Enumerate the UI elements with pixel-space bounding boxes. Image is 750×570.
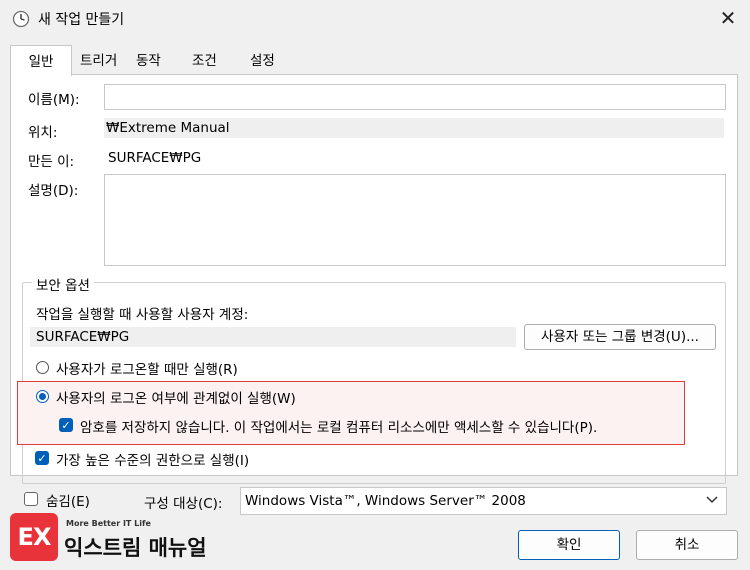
do-not-store-password-label: 암호를 저장하지 않습니다. 이 작업에서는 로컬 컴퓨터 리소스에만 액세스할… [80,420,598,436]
tab-triggers[interactable]: 트리거 [74,48,124,72]
radio-run-whether-logged-on[interactable] [36,390,49,403]
description-textarea[interactable] [104,174,726,266]
location-field: ₩Extreme Manual [104,118,724,138]
configure-for-label: 구성 대상(C): [144,496,223,512]
author-value: SURFACE₩PG [108,150,202,166]
account-field: SURFACE₩PG [30,327,516,347]
name-label: 이름(M): [28,92,80,108]
change-user-button[interactable]: 사용자 또는 그룹 변경(U)... [524,324,716,350]
close-button[interactable]: ✕ [712,4,744,32]
watermark-brand: 익스트림 매뉴얼 [64,536,207,560]
radio-run-when-logged-on[interactable] [36,361,49,374]
author-label: 만든 이: [28,154,75,170]
radio-run-whether-logged-on-label: 사용자의 로그온 여부에 관계없이 실행(W) [56,391,296,407]
ok-button[interactable]: 확인 [518,530,620,560]
tab-conditions[interactable]: 조건 [186,48,223,72]
radio-run-when-logged-on-label: 사용자가 로그온할 때만 실행(R) [56,362,238,378]
configure-for-value: Windows Vista™, Windows Server™ 2008 [245,493,526,509]
location-value: ₩Extreme Manual [106,120,230,136]
do-not-store-password-checkbox[interactable]: ✓ [59,418,73,432]
highest-privileges-label: 가장 높은 수준의 권한으로 실행(I) [56,453,250,469]
logo-letters: EX [17,523,52,551]
task-scheduler-icon [12,10,30,28]
logo-badge: EX [10,513,58,561]
highest-privileges-checkbox[interactable]: ✓ [35,451,49,465]
account-prompt: 작업을 실행할 때 사용할 사용자 계정: [36,307,249,323]
window-title: 새 작업 만들기 [38,12,125,28]
tab-general[interactable]: 일반 [10,45,72,76]
cancel-button[interactable]: 취소 [636,530,738,560]
checkmark-icon: ✓ [61,418,71,432]
hidden-checkbox[interactable] [24,492,38,506]
name-input[interactable] [104,84,726,110]
location-label: 위치: [28,125,58,141]
close-icon: ✕ [719,6,737,30]
tab-settings[interactable]: 설정 [244,48,281,72]
security-options-title: 보안 옵션 [32,274,94,294]
configure-for-select[interactable]: Windows Vista™, Windows Server™ 2008 [240,487,727,515]
chevron-down-icon [705,492,719,510]
watermark-tagline: More Better IT Life [66,519,151,528]
description-label: 설명(D): [28,183,79,199]
hidden-label: 숨김(E) [46,494,90,510]
tab-actions[interactable]: 동작 [130,48,167,72]
checkmark-icon: ✓ [37,451,47,465]
account-value: SURFACE₩PG [36,329,130,345]
